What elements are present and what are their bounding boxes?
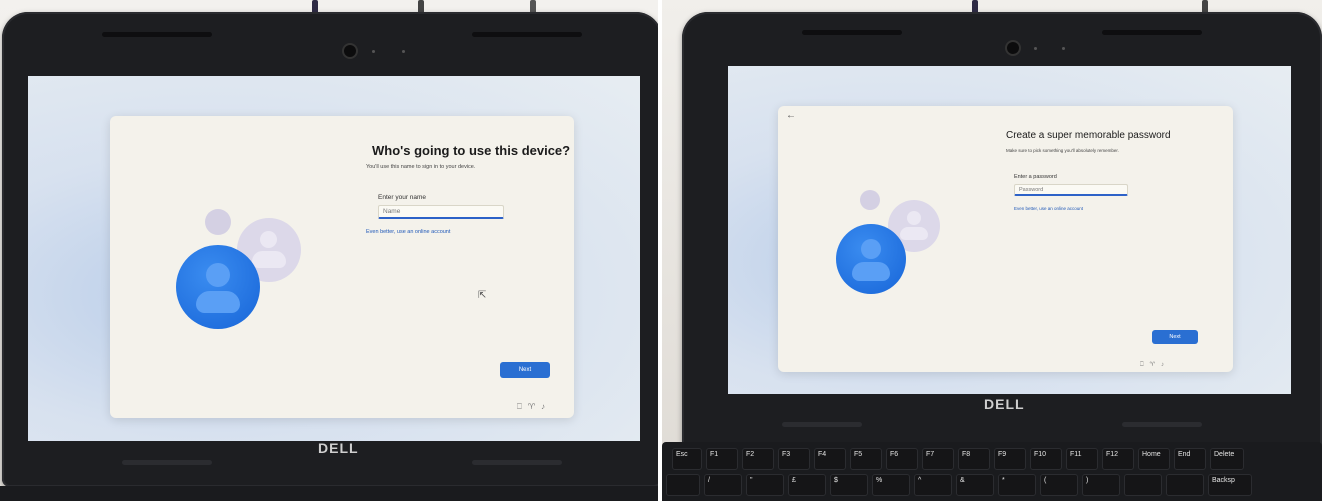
accessibility-icon[interactable]: ⎕ bbox=[517, 402, 528, 411]
next-button[interactable]: Next bbox=[500, 362, 550, 378]
avatar-head bbox=[861, 239, 881, 259]
dialog-subtitle: You'll use this name to sign in to your … bbox=[366, 164, 476, 170]
dialog-subtitle: Make sure to pick something you'll absol… bbox=[1006, 148, 1119, 153]
key-f6[interactable]: F6 bbox=[886, 448, 918, 470]
key-6[interactable]: ^ bbox=[914, 474, 952, 496]
key-3[interactable]: £ bbox=[788, 474, 826, 496]
network-icon[interactable]: ♈ bbox=[528, 402, 541, 411]
key-home[interactable]: Home bbox=[1138, 448, 1170, 470]
key-f7[interactable]: F7 bbox=[922, 448, 954, 470]
laptop-bezel: ← Create a super memorable password Make… bbox=[682, 12, 1322, 452]
key-8[interactable]: * bbox=[998, 474, 1036, 496]
pointer-cursor-icon: ⇱ bbox=[478, 290, 487, 301]
camera-led bbox=[402, 50, 405, 53]
bezel-slot bbox=[1122, 422, 1202, 427]
laptop-bezel: Who's going to use this device? You'll u… bbox=[2, 12, 658, 487]
avatar-body bbox=[196, 291, 240, 313]
key-9[interactable]: ( bbox=[1040, 474, 1078, 496]
bezel-slot bbox=[472, 460, 562, 465]
camera-led bbox=[1034, 47, 1037, 50]
bezel-slot bbox=[1102, 30, 1202, 35]
name-input[interactable]: Name bbox=[378, 205, 504, 219]
system-tray: ⎕♈♪ bbox=[1140, 361, 1170, 369]
keyboard-number-row: / " £ $ % ^ & * ( ) Backsp bbox=[666, 474, 1252, 496]
key-f4[interactable]: F4 bbox=[814, 448, 846, 470]
bezel-slot bbox=[102, 32, 212, 37]
user-avatar-icon bbox=[860, 190, 880, 210]
key-4[interactable]: $ bbox=[830, 474, 868, 496]
user-avatar-icon bbox=[176, 245, 260, 329]
key-f1[interactable]: F1 bbox=[706, 448, 738, 470]
laptop-logo: DELL bbox=[984, 396, 1025, 412]
oobe-dialog: Who's going to use this device? You'll u… bbox=[110, 116, 574, 418]
screen: ← Create a super memorable password Make… bbox=[728, 66, 1291, 394]
webcam bbox=[344, 45, 356, 57]
volume-icon[interactable]: ♪ bbox=[541, 402, 551, 411]
key-f8[interactable]: F8 bbox=[958, 448, 990, 470]
key-f2[interactable]: F2 bbox=[742, 448, 774, 470]
camera-led bbox=[1062, 47, 1065, 50]
back-arrow-icon[interactable]: ← bbox=[786, 110, 796, 121]
key-1[interactable]: / bbox=[704, 474, 742, 496]
bezel-slot bbox=[802, 30, 902, 35]
online-account-link[interactable]: Even better, use an online account bbox=[366, 229, 450, 235]
password-input[interactable]: Password bbox=[1014, 184, 1128, 196]
password-field-label: Enter a password bbox=[1014, 174, 1057, 180]
network-icon[interactable]: ♈ bbox=[1150, 362, 1161, 368]
dialog-title: Who's going to use this device? bbox=[372, 143, 571, 158]
dialog-title: Create a super memorable password bbox=[1006, 130, 1171, 141]
key-backspace[interactable]: Backsp bbox=[1208, 474, 1252, 496]
laptop-base bbox=[0, 486, 658, 501]
key-f11[interactable]: F11 bbox=[1066, 448, 1098, 470]
keyboard-deck: Esc F1 F2 F3 F4 F5 F6 F7 F8 F9 F10 F11 F… bbox=[662, 442, 1322, 501]
bezel-slot bbox=[122, 460, 212, 465]
user-avatar-icon bbox=[205, 209, 231, 235]
camera-led bbox=[372, 50, 375, 53]
volume-icon[interactable]: ♪ bbox=[1161, 362, 1170, 368]
key-f10[interactable]: F10 bbox=[1030, 448, 1062, 470]
key-0[interactable]: ) bbox=[1082, 474, 1120, 496]
oobe-dialog: ← Create a super memorable password Make… bbox=[778, 106, 1233, 372]
right-photo: ← Create a super memorable password Make… bbox=[662, 0, 1322, 501]
key-equals[interactable] bbox=[1166, 474, 1204, 496]
avatar-head bbox=[907, 211, 921, 225]
key-backtick[interactable] bbox=[666, 474, 700, 496]
avatar-body bbox=[852, 262, 890, 281]
key-f3[interactable]: F3 bbox=[778, 448, 810, 470]
laptop-logo: DELL bbox=[318, 440, 359, 456]
keyboard-function-row: Esc F1 F2 F3 F4 F5 F6 F7 F8 F9 F10 F11 F… bbox=[672, 448, 1244, 470]
key-7[interactable]: & bbox=[956, 474, 994, 496]
key-esc[interactable]: Esc bbox=[672, 448, 702, 470]
key-end[interactable]: End bbox=[1174, 448, 1206, 470]
name-field-label: Enter your name bbox=[378, 194, 427, 201]
key-f12[interactable]: F12 bbox=[1102, 448, 1134, 470]
avatar-body bbox=[252, 251, 286, 268]
avatar-head bbox=[260, 231, 277, 248]
online-account-link[interactable]: Even better, use an online account bbox=[1014, 206, 1083, 211]
webcam bbox=[1007, 42, 1019, 54]
key-minus[interactable] bbox=[1124, 474, 1162, 496]
key-f5[interactable]: F5 bbox=[850, 448, 882, 470]
avatar-head bbox=[206, 263, 230, 287]
accessibility-icon[interactable]: ⎕ bbox=[1140, 362, 1150, 368]
avatar-body bbox=[900, 227, 928, 240]
key-f9[interactable]: F9 bbox=[994, 448, 1026, 470]
key-delete[interactable]: Delete bbox=[1210, 448, 1244, 470]
user-avatar-icon bbox=[836, 224, 906, 294]
screen: Who's going to use this device? You'll u… bbox=[28, 76, 640, 441]
key-2[interactable]: " bbox=[746, 474, 784, 496]
key-5[interactable]: % bbox=[872, 474, 910, 496]
next-button[interactable]: Next bbox=[1152, 330, 1198, 344]
bezel-slot bbox=[472, 32, 582, 37]
bezel-slot bbox=[782, 422, 862, 427]
left-photo: Who's going to use this device? You'll u… bbox=[0, 0, 658, 501]
system-tray: ⎕♈♪ bbox=[517, 402, 551, 412]
